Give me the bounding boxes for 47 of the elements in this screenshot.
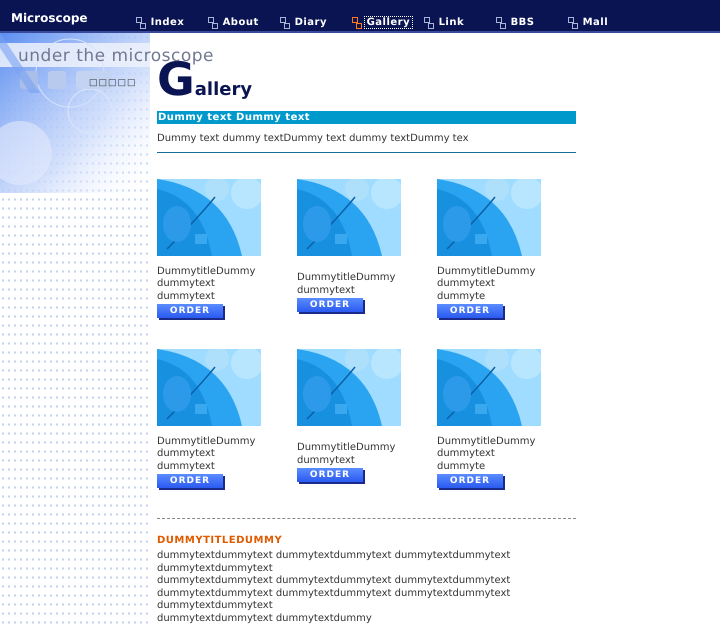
product-text: dummytext: [297, 454, 356, 467]
glyph-boxes: □□□□□: [89, 78, 137, 88]
article-text: dummytextdummytext dummytextdummy: [157, 612, 373, 625]
product-text: dummytext: [297, 284, 356, 297]
product-title: DummytitleDummy: [437, 266, 536, 278]
nav-link[interactable]: BBS: [496, 16, 568, 28]
plug-icon: [280, 16, 290, 28]
product-title: DummytitleDummy: [297, 442, 396, 454]
order-button[interactable]: ORDER: [297, 298, 363, 312]
product-text: dummyte: [437, 290, 486, 304]
product-title: DummytitleDummy: [157, 436, 256, 448]
product-text: dummyte: [437, 460, 486, 474]
intro-text: Dummy text dummy textDummy text dummy textDummy tex: [157, 133, 470, 144]
nav-link[interactable]: Diary: [280, 16, 352, 28]
plug-icon: [352, 16, 362, 28]
section-heading: Dummy text Dummy text: [157, 111, 576, 124]
order-button[interactable]: ORDER: [297, 468, 363, 482]
article-text: dummytextdummytext dummytextdummytext dummytextdummytext: [157, 575, 512, 588]
product-title: DummytitleDummy: [437, 436, 536, 448]
nav-link[interactable]: About: [208, 16, 280, 28]
nav-link[interactable]: Gallery: [352, 16, 424, 28]
article-title: DUMMYTITLEDUMMY: [157, 535, 284, 546]
product-text: dummytext: [157, 290, 216, 304]
order-button[interactable]: ORDER: [437, 474, 503, 488]
nav-link[interactable]: Link: [424, 16, 496, 28]
article-text: dummytextdummytext: [157, 562, 274, 575]
order-button[interactable]: ORDER: [437, 304, 503, 318]
product-text: dummytext: [157, 278, 216, 291]
plug-icon: [568, 16, 578, 28]
plug-icon: [424, 16, 434, 28]
product-text: dummytext: [157, 460, 216, 474]
article-text: dummytextdummytext dummytextdummytext dummytextdummytext: [157, 588, 512, 600]
plug-icon: [208, 16, 218, 28]
product-text: dummytext: [437, 278, 496, 291]
order-button[interactable]: ORDER: [157, 304, 223, 318]
site-title: Microscope: [11, 11, 88, 25]
order-button[interactable]: ORDER: [157, 474, 223, 488]
product-title: DummytitleDummy: [297, 272, 396, 284]
plug-icon: [136, 16, 146, 28]
product-title: DummytitleDummy: [157, 266, 256, 278]
product-text: dummytext: [437, 448, 496, 461]
nav-link[interactable]: Mall: [568, 16, 640, 28]
article-text: dummytextdummytext dummytextdummytext dummytextdummytext: [157, 550, 512, 562]
plug-icon: [496, 16, 506, 28]
article-text: dummytextdummytext: [157, 600, 274, 612]
nav-link[interactable]: Index: [136, 16, 208, 28]
product-text: dummytext: [157, 448, 216, 461]
